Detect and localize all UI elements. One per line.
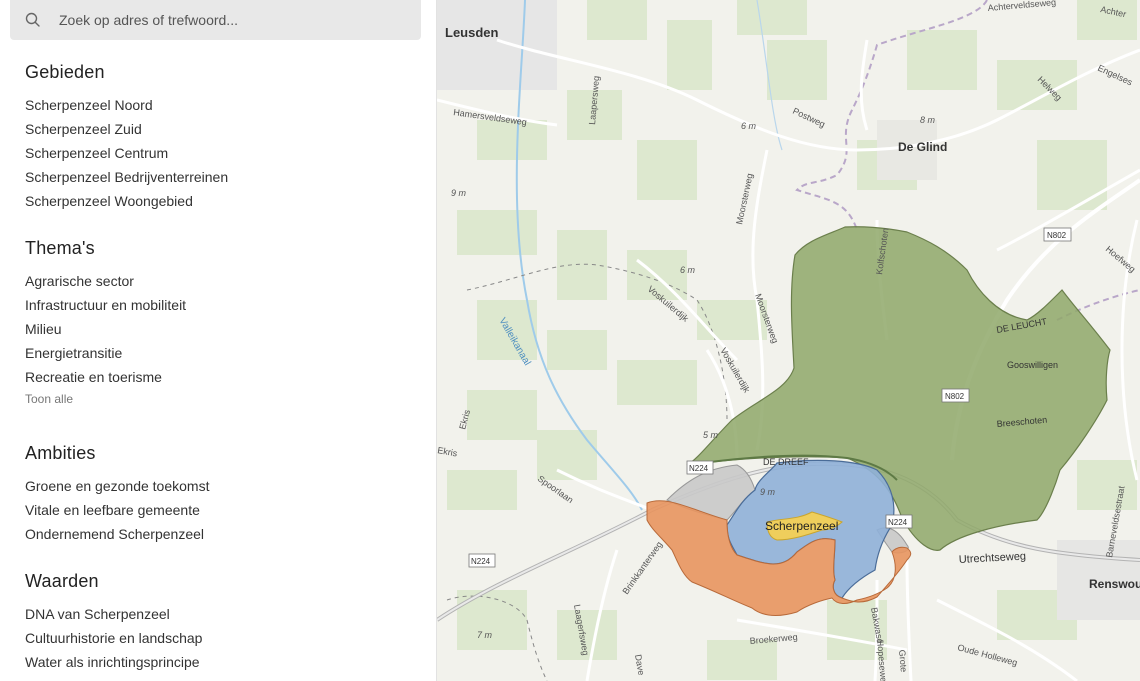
section-gebieden: Gebieden Scherpenzeel Noord Scherpenzeel… bbox=[25, 62, 415, 213]
road-label-grote: Grote bbox=[897, 649, 909, 672]
show-all-link[interactable]: Toon alle bbox=[25, 392, 415, 406]
svg-text:9 m: 9 m bbox=[451, 188, 467, 198]
search-bar[interactable] bbox=[10, 0, 421, 40]
road-label-utrechtseweg: Utrechtseweg bbox=[959, 550, 1027, 566]
waarde-item[interactable]: DNA van Scherpenzeel bbox=[25, 602, 415, 626]
section-ambities: Ambities Groene en gezonde toekomst Vita… bbox=[25, 443, 415, 546]
svg-text:N224: N224 bbox=[888, 518, 908, 527]
section-title-ambities: Ambities bbox=[25, 443, 96, 463]
leusden-urban-area bbox=[437, 0, 557, 90]
ambitie-item[interactable]: Vitale en leefbare gemeente bbox=[25, 498, 415, 522]
ambitie-item[interactable]: Ondernemend Scherpenzeel bbox=[25, 522, 415, 546]
section-title-themas: Thema's bbox=[25, 238, 95, 258]
svg-text:5 m: 5 m bbox=[703, 430, 719, 440]
sidebar: Gebieden Scherpenzeel Noord Scherpenzeel… bbox=[0, 0, 437, 681]
search-icon bbox=[25, 12, 40, 27]
gebied-item[interactable]: Scherpenzeel Noord bbox=[25, 93, 415, 117]
gebied-item[interactable]: Scherpenzeel Bedrijventerreinen bbox=[25, 165, 415, 189]
road-label-achterveldseweg: Achterveldseweg bbox=[987, 0, 1056, 13]
thema-item[interactable]: Energietransitie bbox=[25, 341, 415, 365]
thema-item[interactable]: Infrastructuur en mobiliteit bbox=[25, 293, 415, 317]
section-title-waarden: Waarden bbox=[25, 571, 99, 591]
thema-item[interactable]: Milieu bbox=[25, 317, 415, 341]
road-label-dave: Dave bbox=[633, 654, 646, 676]
road-label-engelses: Engelses bbox=[1096, 63, 1134, 88]
place-label-leusden: Leusden bbox=[445, 25, 499, 40]
section-title-gebieden: Gebieden bbox=[25, 62, 105, 82]
road-label-broekerweg: Broekerweg bbox=[749, 632, 798, 646]
thema-item[interactable]: Agrarische sector bbox=[25, 269, 415, 293]
search-input[interactable] bbox=[50, 0, 419, 40]
road-shield-n802-mid: N802 bbox=[941, 388, 970, 403]
svg-text:9 m: 9 m bbox=[760, 487, 776, 497]
section-themas: Thema's Agrarische sector Infrastructuur… bbox=[25, 238, 415, 406]
road-shield-n802-top: N802 bbox=[1043, 227, 1072, 242]
svg-text:7 m: 7 m bbox=[477, 630, 493, 640]
section-waarden: Waarden DNA van Scherpenzeel Cultuurhist… bbox=[25, 571, 415, 674]
road-shield-n224-north: N224 bbox=[686, 460, 714, 475]
place-label-deglind: De Glind bbox=[898, 140, 947, 154]
svg-text:6 m: 6 m bbox=[680, 265, 696, 275]
map[interactable]: Leusden De Glind Scherpenzeel Renswou Ac… bbox=[437, 0, 1140, 681]
svg-text:N802: N802 bbox=[1047, 231, 1067, 240]
road-label-dedreef: DE DREEF bbox=[763, 457, 809, 467]
gebied-item[interactable]: Scherpenzeel Woongebied bbox=[25, 189, 415, 213]
gebied-item[interactable]: Scherpenzeel Zuid bbox=[25, 117, 415, 141]
place-label-scherpenzeel: Scherpenzeel bbox=[765, 519, 838, 533]
svg-text:N224: N224 bbox=[471, 557, 491, 566]
svg-text:8 m: 8 m bbox=[920, 115, 936, 125]
road-shield-n224-east: N224 bbox=[885, 514, 913, 529]
svg-text:N802: N802 bbox=[945, 392, 965, 401]
ambitie-item[interactable]: Groene en gezonde toekomst bbox=[25, 474, 415, 498]
svg-text:N224: N224 bbox=[689, 464, 709, 473]
waarde-item[interactable]: Cultuurhistorie en landschap bbox=[25, 626, 415, 650]
place-label-renswoude: Renswou bbox=[1089, 577, 1140, 591]
gebied-item[interactable]: Scherpenzeel Centrum bbox=[25, 141, 415, 165]
road-shield-n224-west: N224 bbox=[468, 553, 496, 568]
road-label-oudeholleweg: Oude Holleweg bbox=[956, 642, 1018, 668]
road-label-moorsterweg: Moorsterweg bbox=[734, 172, 755, 225]
road-label-voskuilerdijk-2: Voskuilerdijk bbox=[718, 346, 752, 395]
road-label-brinkkanterweg: Brinkkanterweg bbox=[620, 540, 664, 597]
thema-item[interactable]: Recreatie en toerisme bbox=[25, 365, 415, 389]
map-canvas[interactable]: Leusden De Glind Scherpenzeel Renswou Ac… bbox=[437, 0, 1140, 681]
svg-text:6 m: 6 m bbox=[741, 121, 757, 131]
road-label-postweg: Postweg bbox=[791, 106, 827, 130]
road-label-ekris-2: Ekris bbox=[437, 445, 459, 458]
waarde-item[interactable]: Water als inrichtingsprincipe bbox=[25, 650, 415, 674]
road-label-gooswilligen: Gooswilligen bbox=[1007, 360, 1058, 370]
